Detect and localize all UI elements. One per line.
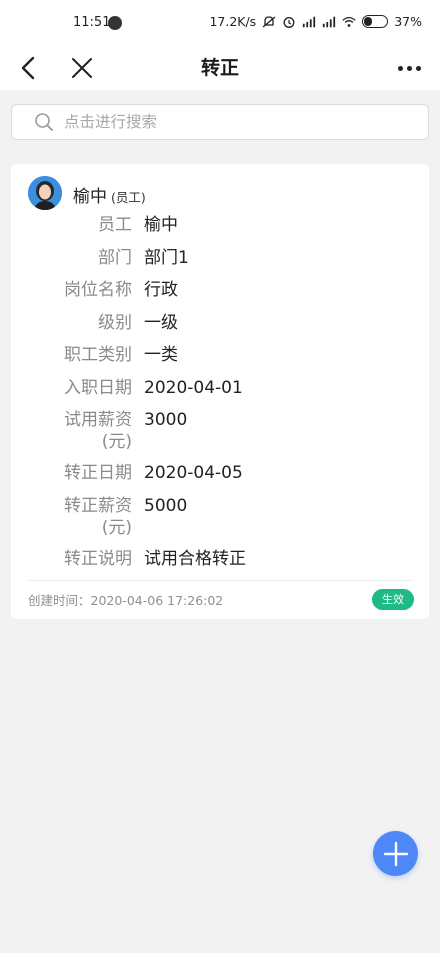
field-row: 员工 榆中 <box>11 209 429 242</box>
more-icon <box>397 65 403 71</box>
field-value: 2020-04-05 <box>144 463 243 483</box>
field-label: 试用薪资 (元) <box>11 409 144 457</box>
signal-icon <box>323 16 336 27</box>
field-value: 试用合格转正 <box>144 549 246 569</box>
page-title: 转正 <box>200 57 239 79</box>
search-icon <box>35 113 53 131</box>
close-button[interactable] <box>68 52 96 84</box>
field-row: 转正日期 2020-04-05 <box>11 457 429 490</box>
add-button[interactable] <box>373 831 418 876</box>
field-label: 转正说明 <box>64 549 132 569</box>
field-label-line1: 转正薪资 <box>64 496 132 516</box>
field-label-line1: 试用薪资 <box>64 410 132 430</box>
record-name-text: 榆中 <box>73 187 107 207</box>
field-label: 员工 <box>98 215 132 235</box>
signal-hd-icon <box>303 16 316 27</box>
field-row: 入职日期 2020-04-01 <box>11 372 429 405</box>
battery-icon <box>362 15 389 28</box>
net-speed: 17.2K/s <box>209 14 257 29</box>
plus-icon <box>383 841 408 866</box>
field-label: 入职日期 <box>64 377 132 398</box>
user-avatar-icon <box>28 176 62 210</box>
battery-fill <box>364 17 373 26</box>
field-label-line2: (元) <box>101 432 132 452</box>
field-label: 级别 <box>98 312 132 333</box>
field-row: 转正说明 试用合格转正 <box>11 543 429 576</box>
field-value: 2020-04-01 <box>144 377 243 398</box>
field-label: 部门 <box>98 247 132 268</box>
field-row: 试用薪资 (元) 3000 <box>11 404 429 457</box>
mute-icon <box>262 15 276 27</box>
notification-icon <box>108 16 122 30</box>
status-bar: 11:51 17.2K/s 37% <box>0 0 440 46</box>
status-badge: 生效 <box>372 589 414 610</box>
avatar <box>28 176 62 210</box>
field-label: 转正日期 <box>64 463 132 483</box>
field-value: 部门1 <box>144 247 189 268</box>
field-value: 3000 <box>144 410 188 430</box>
wifi-icon <box>342 16 356 27</box>
field-label: 转正薪资 (元) <box>11 495 144 543</box>
search-box[interactable] <box>11 104 429 140</box>
created-time: 创建时间：2020-04-06 17:26:02 <box>28 593 224 608</box>
chevron-left-icon <box>21 56 35 80</box>
field-label-line2: (元) <box>101 518 132 538</box>
alarm-icon <box>283 16 295 28</box>
field-row: 级别 一级 <box>11 307 429 340</box>
field-row: 职工类别 一类 <box>11 339 429 372</box>
battery-percent: 37% <box>394 14 422 29</box>
field-value: 行政 <box>144 280 178 300</box>
more-button[interactable] <box>392 52 426 84</box>
field-row: 转正薪资 (元) 5000 <box>11 490 429 543</box>
field-value: 一级 <box>144 312 178 333</box>
field-value: 榆中 <box>144 215 178 235</box>
role-tag: (员工) <box>111 190 146 205</box>
record-name: 榆中 (员工) <box>73 182 146 207</box>
search-input[interactable] <box>64 113 404 131</box>
field-value: 5000 <box>144 496 188 516</box>
field-list: 员工 榆中 部门 部门1 岗位名称 行政 级别 一级 职工类别 一类 入职日期 … <box>11 209 429 576</box>
field-row: 部门 部门1 <box>11 242 429 275</box>
record-card[interactable]: 榆中 (员工) 员工 榆中 部门 部门1 岗位名称 行政 级别 一级 职工类别 一… <box>11 164 429 619</box>
field-value: 一类 <box>144 345 178 365</box>
card-divider <box>28 580 412 581</box>
field-label: 岗位名称 <box>64 280 132 300</box>
status-indicators: 17.2K/s 37% <box>209 14 422 29</box>
nav-bar: 转正 <box>0 46 440 90</box>
field-row: 岗位名称 行政 <box>11 274 429 307</box>
search-area <box>0 90 440 150</box>
close-icon <box>72 58 92 78</box>
field-label: 职工类别 <box>64 345 132 365</box>
back-button[interactable] <box>16 52 44 84</box>
status-time: 11:51 <box>73 15 111 30</box>
